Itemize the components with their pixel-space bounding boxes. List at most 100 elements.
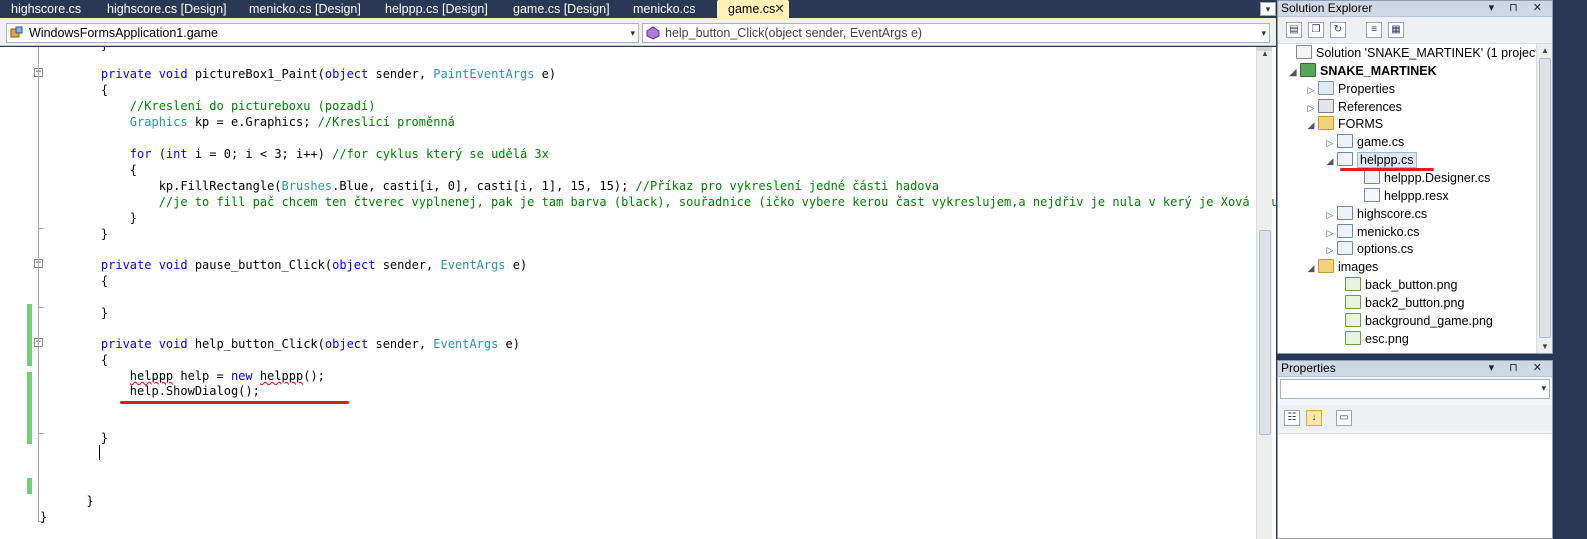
member-selector[interactable]: help_button_Click(object sender, EventAr…	[642, 23, 1270, 43]
code-text: sender,	[368, 337, 434, 351]
tree-file-background-game[interactable]: background_game.png	[1345, 313, 1493, 331]
tree-item-label: SNAKE_MARTINEK	[1320, 64, 1437, 78]
show-all-files-icon[interactable]: ❐	[1308, 22, 1324, 38]
code-comment: //for cyklus který se udělá 3x	[332, 147, 549, 161]
code-text: (	[151, 147, 166, 161]
expander-icon[interactable]: ◢	[1304, 117, 1318, 134]
panel-window-buttons[interactable]: ▾ ⊓ ✕	[1489, 361, 1548, 376]
error-squiggle: helppp	[129, 369, 174, 383]
form-icon	[1337, 134, 1353, 148]
tree-item-label: References	[1338, 100, 1402, 114]
expander-icon[interactable]: ◢	[1286, 64, 1300, 81]
code-text: e)	[534, 67, 557, 81]
code-editor[interactable]: − − − } private void pictureBox1_Paint(o…	[0, 47, 1276, 539]
code-comment: //Příkaz pro vykreslení jedné části hado…	[635, 179, 939, 193]
tab-label: menicko.cs	[633, 2, 696, 16]
tree-file-helppp-resx[interactable]: helppp.resx	[1364, 188, 1449, 206]
refresh-icon[interactable]: ↻	[1330, 22, 1346, 38]
resx-file-icon	[1364, 188, 1380, 202]
tree-file-options[interactable]: ▷ options.cs	[1323, 241, 1413, 259]
tree-references[interactable]: ▷ References	[1304, 99, 1402, 117]
editor-split-handle[interactable]	[1256, 47, 1272, 51]
expander-icon[interactable]: ◢	[1304, 260, 1318, 277]
tree-item-label: helppp.cs	[1357, 152, 1417, 168]
close-icon[interactable]: ✕	[774, 0, 785, 18]
tree-item-label: Properties	[1338, 82, 1395, 96]
tab-menicko-cs[interactable]: menicko.cs	[622, 0, 714, 19]
tab-label: highscore.cs [Design]	[107, 2, 227, 16]
tree-folder-images[interactable]: ◢ images	[1304, 259, 1378, 277]
expander-icon[interactable]: ▷	[1323, 225, 1337, 242]
tree-file-highscore[interactable]: ▷ highscore.cs	[1323, 206, 1427, 224]
properties-icon[interactable]: ▤	[1286, 22, 1302, 38]
text-caret	[99, 445, 100, 460]
code-line: {	[72, 274, 109, 288]
expander-icon[interactable]: ▷	[1323, 207, 1337, 224]
expander-icon[interactable]: ▷	[1304, 100, 1318, 117]
tree-solution[interactable]: Solution 'SNAKE_MARTINEK' (1 project)	[1282, 45, 1543, 63]
tree-file-back2-button[interactable]: back2_button.png	[1345, 295, 1464, 313]
code-line: {	[72, 353, 109, 367]
properties-toolbar: ☷ ↓ ▭	[1278, 405, 1552, 431]
type-selector[interactable]: WindowsFormsApplication1.game ▾	[6, 23, 639, 43]
png-file-icon	[1345, 331, 1361, 345]
properties-icon	[1318, 81, 1334, 95]
view-designer-icon[interactable]: ▦	[1388, 22, 1404, 38]
expander-icon[interactable]: ▷	[1323, 135, 1337, 152]
properties-panel: Properties ▾ ⊓ ✕ ▾ ☷ ↓ ▭	[1277, 360, 1553, 539]
code-text: kp.FillRectangle(	[158, 179, 282, 193]
tree-item-label: esc.png	[1365, 332, 1409, 346]
type-name: EventArgs	[433, 337, 499, 351]
tree-file-back-button[interactable]: back_button.png	[1345, 277, 1457, 295]
tab-menicko-design[interactable]: menicko.cs [Design]	[238, 0, 371, 19]
tab-dropdown-icon[interactable]: ▾	[1260, 2, 1276, 16]
tab-helppp-design[interactable]: helppp.cs [Design]	[374, 0, 499, 19]
expander-icon[interactable]: ◢	[1323, 153, 1337, 170]
code-text: sender,	[368, 67, 434, 81]
tab-highscore-cs[interactable]: highscore.cs	[0, 0, 95, 19]
code-line: helppp help = new helppp();	[72, 368, 325, 384]
properties-object-selector[interactable]: ▾	[1280, 379, 1550, 399]
form-icon	[1337, 241, 1353, 255]
scroll-thumb[interactable]	[1539, 58, 1551, 338]
alphabetical-icon[interactable]: ↓	[1306, 410, 1322, 426]
panel-title-label: Solution Explorer	[1281, 1, 1373, 15]
panel-window-buttons[interactable]: ▾ ⊓ ✕	[1489, 1, 1548, 16]
properties-title: Properties ▾ ⊓ ✕	[1278, 361, 1552, 377]
tree-properties[interactable]: ▷ Properties	[1304, 81, 1395, 99]
properties-grid[interactable]	[1278, 433, 1552, 538]
view-code-icon[interactable]: ≡	[1366, 22, 1382, 38]
tab-game-cs[interactable]: game.cs ✕	[717, 0, 789, 19]
expander-icon[interactable]: ▷	[1304, 82, 1318, 99]
tree-folder-forms[interactable]: ◢ FORMS	[1304, 116, 1383, 134]
tab-label: highscore.cs	[11, 2, 82, 16]
code-text: ();	[303, 369, 325, 383]
tree-item-label: back2_button.png	[1365, 296, 1465, 310]
tab-game-design[interactable]: game.cs [Design]	[502, 0, 620, 19]
solution-explorer-scrollbar[interactable]: ▲ ▼	[1536, 44, 1552, 353]
tree-project[interactable]: ◢ SNAKE_MARTINEK	[1286, 63, 1437, 81]
chevron-down-icon: ▾	[630, 28, 635, 38]
code-text: pause_button_Click(	[187, 258, 333, 272]
scroll-thumb[interactable]	[1259, 230, 1271, 435]
tree-file-helppp-designer[interactable]: helppp.Designer.cs	[1364, 170, 1490, 188]
scroll-up-icon[interactable]: ▲	[1537, 46, 1553, 55]
categorized-icon[interactable]: ☷	[1284, 410, 1300, 426]
tree-item-label: FORMS	[1338, 117, 1384, 131]
csharp-project-icon	[1300, 63, 1316, 77]
tree-item-label: highscore.cs	[1357, 207, 1428, 221]
tree-file-esc[interactable]: esc.png	[1345, 331, 1409, 349]
scroll-down-icon[interactable]: ▼	[1537, 342, 1553, 351]
tab-highscore-design[interactable]: highscore.cs [Design]	[96, 0, 236, 19]
property-pages-icon[interactable]: ▭	[1336, 410, 1352, 426]
tree-file-game[interactable]: ▷ game.cs	[1323, 134, 1404, 152]
tree-file-menicko[interactable]: ▷ menicko.cs	[1323, 224, 1420, 242]
code-text: help =	[173, 369, 231, 383]
document-tab-strip: highscore.cs highscore.cs [Design] menic…	[0, 0, 1276, 20]
error-squiggle: helppp	[259, 369, 304, 383]
chevron-down-icon: ▾	[1261, 28, 1266, 38]
editor-vertical-scrollbar[interactable]: ▲	[1256, 47, 1272, 539]
expander-icon[interactable]: ▷	[1323, 242, 1337, 259]
